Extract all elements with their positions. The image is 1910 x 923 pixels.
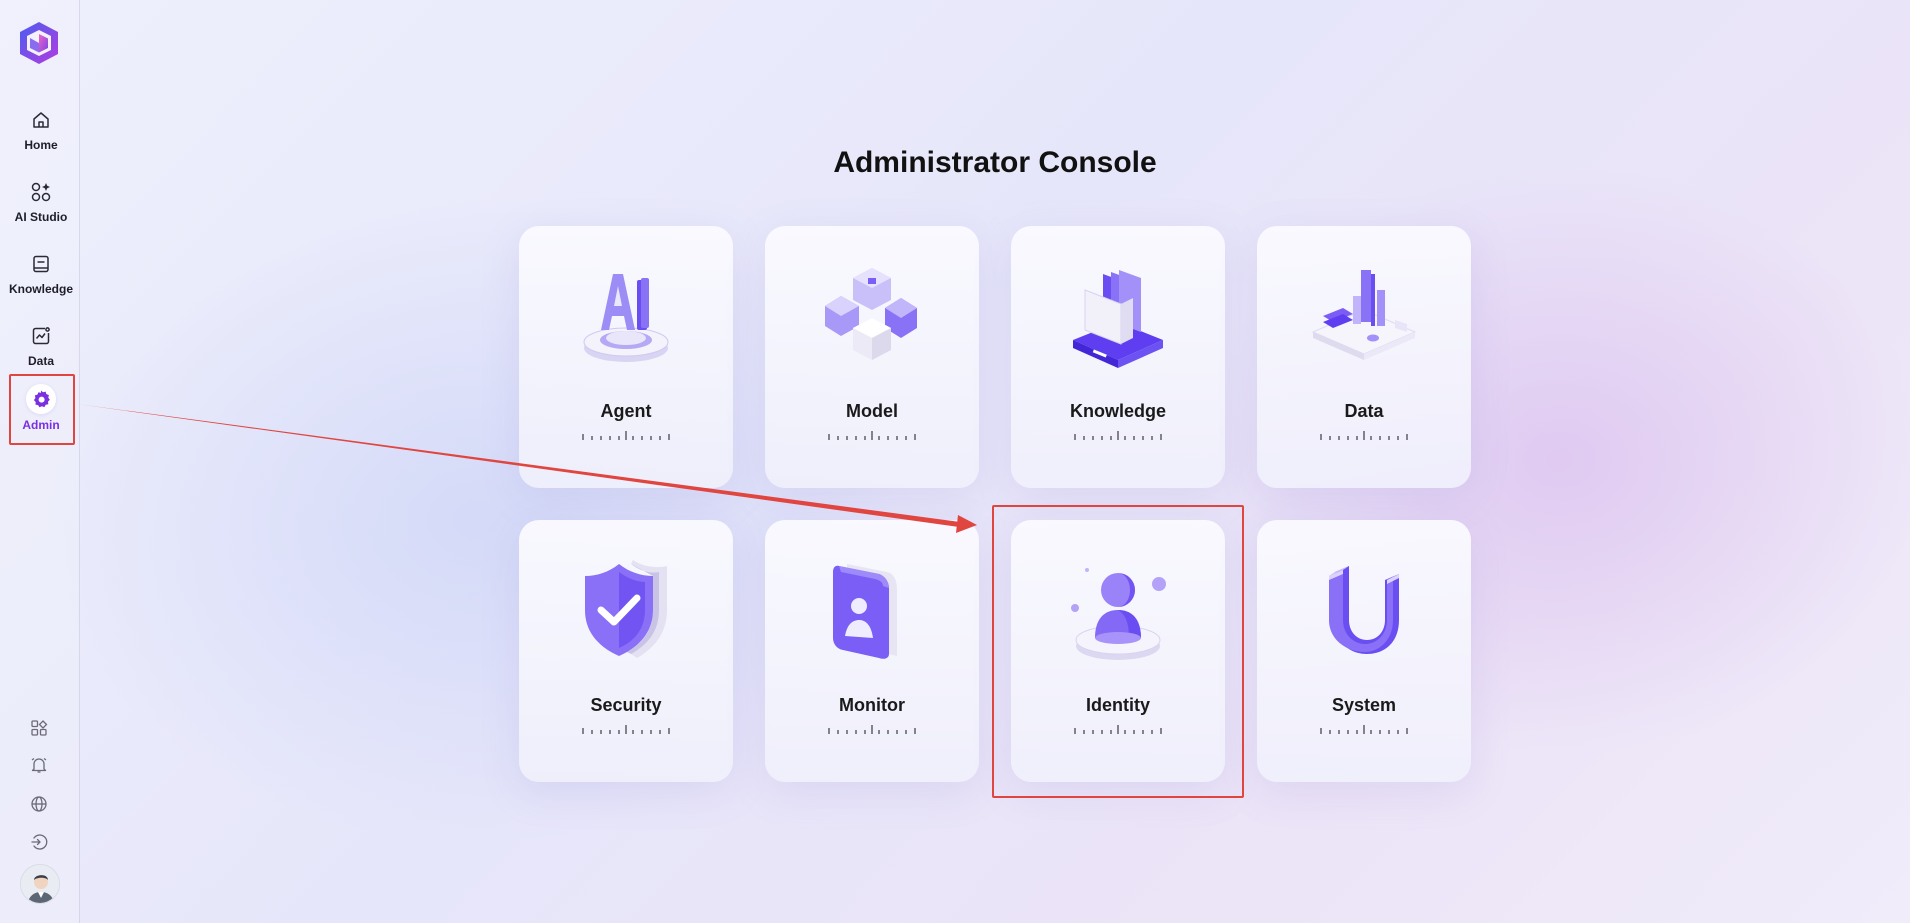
card-identity[interactable]: Identity [1011,520,1225,782]
sidebar-item-home[interactable]: Home [8,100,74,166]
apps-icon[interactable] [29,718,49,738]
sidebar-item-knowledge[interactable]: Knowledge [8,244,74,310]
card-title: Agent [600,401,652,421]
sidebar-item-data[interactable]: Data [8,316,74,382]
security-icon [585,560,667,658]
card-decoration [1074,725,1162,734]
card-monitor[interactable]: Monitor [765,520,979,782]
sidebar-item-label: Knowledge [8,282,73,296]
card-decoration [828,725,916,734]
gear-icon [26,384,56,414]
sidebar-item-ai-studio[interactable]: AI Studio [8,172,74,238]
page-title: Administrator Console [833,146,1157,179]
card-title: Monitor [839,695,905,715]
sidebar-item-label: Admin [22,418,60,432]
card-model[interactable]: Model [765,226,979,488]
data-icon [1311,270,1417,360]
bell-icon[interactable] [29,755,49,775]
card-decoration [582,431,670,440]
card-knowledge[interactable]: Knowledge [1011,226,1225,488]
card-title: Data [1344,401,1384,421]
globe-icon[interactable] [29,794,49,814]
card-data[interactable]: Data [1257,226,1471,488]
sidebar-item-label: AI Studio [14,210,68,224]
sidebar-item-admin[interactable]: Admin [8,378,74,444]
ai-studio-icon [29,180,53,204]
knowledge-icon [1073,270,1163,368]
card-title: Model [846,401,898,421]
sidebar-item-label: Data [27,354,54,368]
logout-icon[interactable] [29,832,49,852]
card-security[interactable]: Security [519,520,733,782]
agent-icon [583,274,669,362]
card-decoration [1320,431,1408,440]
card-decoration [582,725,670,734]
card-decoration [1074,431,1162,440]
card-system[interactable]: System [1257,520,1471,782]
card-title: Security [590,695,662,715]
card-decoration [828,431,916,440]
monitor-icon [833,564,897,659]
book-icon [29,252,53,276]
home-icon [29,108,53,132]
card-title: System [1331,695,1397,715]
app-logo[interactable] [18,20,60,66]
user-avatar[interactable] [20,864,60,904]
identity-icon [1071,568,1166,660]
card-title: Identity [1085,695,1150,715]
chart-icon [29,324,53,348]
card-agent[interactable]: Agent [519,226,733,488]
card-decoration [1320,725,1408,734]
card-title: Knowledge [1069,401,1166,421]
system-icon [1329,566,1399,654]
model-icon [825,268,917,360]
sidebar: Home AI Studio Knowledge Data Admin [0,0,80,923]
sidebar-item-label: Home [24,138,58,152]
